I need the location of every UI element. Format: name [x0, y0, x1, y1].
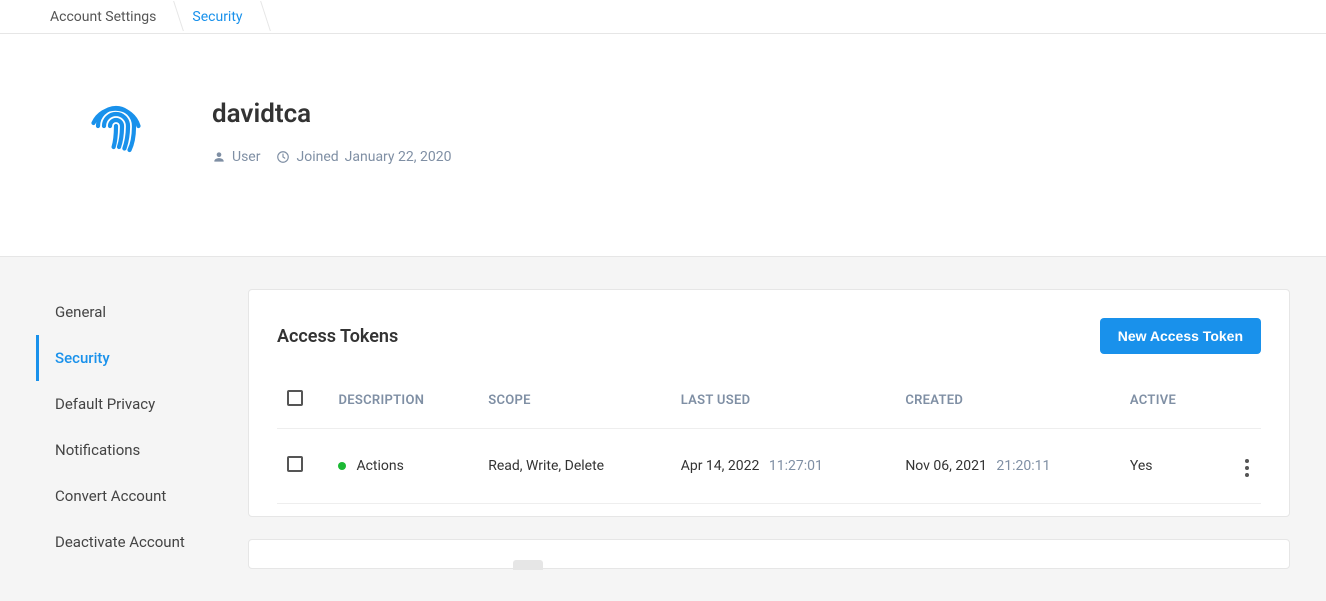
- sidebar-item-security[interactable]: Security: [36, 335, 232, 381]
- more-actions-icon[interactable]: [1241, 455, 1253, 481]
- row-active: Yes: [1122, 429, 1218, 504]
- col-last-used: LAST USED: [673, 372, 898, 429]
- chevron-right-icon: [168, 5, 180, 29]
- status-dot-icon: [338, 462, 346, 470]
- breadcrumb-account-settings[interactable]: Account Settings: [46, 5, 168, 29]
- joined-date: January 22, 2020: [345, 149, 452, 165]
- profile-header: davidtca User Joined January 22, 2020: [0, 34, 1326, 256]
- fingerprint-icon: [80, 96, 152, 168]
- user-joined: Joined January 22, 2020: [276, 149, 451, 165]
- select-all-checkbox[interactable]: [287, 390, 303, 406]
- col-scope: SCOPE: [480, 372, 673, 429]
- table-row: Actions Read, Write, Delete Apr 14, 2022…: [277, 429, 1261, 504]
- sidebar-item-deactivate-account[interactable]: Deactivate Account: [36, 519, 232, 565]
- joined-prefix: Joined: [296, 149, 338, 165]
- row-created-time: 21:20:11: [996, 458, 1050, 474]
- row-last-used-date: Apr 14, 2022: [681, 458, 760, 474]
- person-icon: [212, 150, 226, 164]
- user-info: davidtca User Joined January 22, 2020: [212, 99, 451, 165]
- sidebar: General Security Default Privacy Notific…: [36, 289, 232, 569]
- secondary-card: [248, 539, 1290, 569]
- col-created: CREATED: [897, 372, 1122, 429]
- col-description: DESCRIPTION: [330, 372, 480, 429]
- row-last-used-time: 11:27:01: [769, 458, 823, 474]
- row-checkbox[interactable]: [287, 456, 303, 472]
- sidebar-item-general[interactable]: General: [36, 289, 232, 335]
- table-header-row: DESCRIPTION SCOPE LAST USED CREATED ACTI…: [277, 372, 1261, 429]
- row-created-date: Nov 06, 2021: [905, 458, 987, 474]
- breadcrumb-security[interactable]: Security: [188, 5, 254, 29]
- sidebar-item-notifications[interactable]: Notifications: [36, 427, 232, 473]
- sidebar-item-convert-account[interactable]: Convert Account: [36, 473, 232, 519]
- col-active: ACTIVE: [1122, 372, 1218, 429]
- card-header: Access Tokens New Access Token: [277, 318, 1261, 354]
- chevron-right-icon: [255, 5, 267, 29]
- row-scope: Read, Write, Delete: [480, 429, 673, 504]
- sidebar-item-default-privacy[interactable]: Default Privacy: [36, 381, 232, 427]
- avatar: [78, 94, 154, 170]
- clock-icon: [276, 150, 290, 164]
- username: davidtca: [212, 99, 451, 129]
- access-tokens-card: Access Tokens New Access Token DESCRIPTI…: [248, 289, 1290, 517]
- main-content: Access Tokens New Access Token DESCRIPTI…: [248, 289, 1290, 569]
- tokens-table: DESCRIPTION SCOPE LAST USED CREATED ACTI…: [277, 372, 1261, 504]
- user-role-label: User: [232, 149, 260, 165]
- content-area: General Security Default Privacy Notific…: [0, 256, 1326, 601]
- row-description: Actions: [356, 458, 403, 474]
- new-access-token-button[interactable]: New Access Token: [1100, 318, 1261, 354]
- card-title: Access Tokens: [277, 326, 398, 347]
- placeholder-block: [513, 560, 543, 570]
- breadcrumb: Account Settings Security: [0, 0, 1326, 34]
- user-meta: User Joined January 22, 2020: [212, 149, 451, 165]
- user-role: User: [212, 149, 260, 165]
